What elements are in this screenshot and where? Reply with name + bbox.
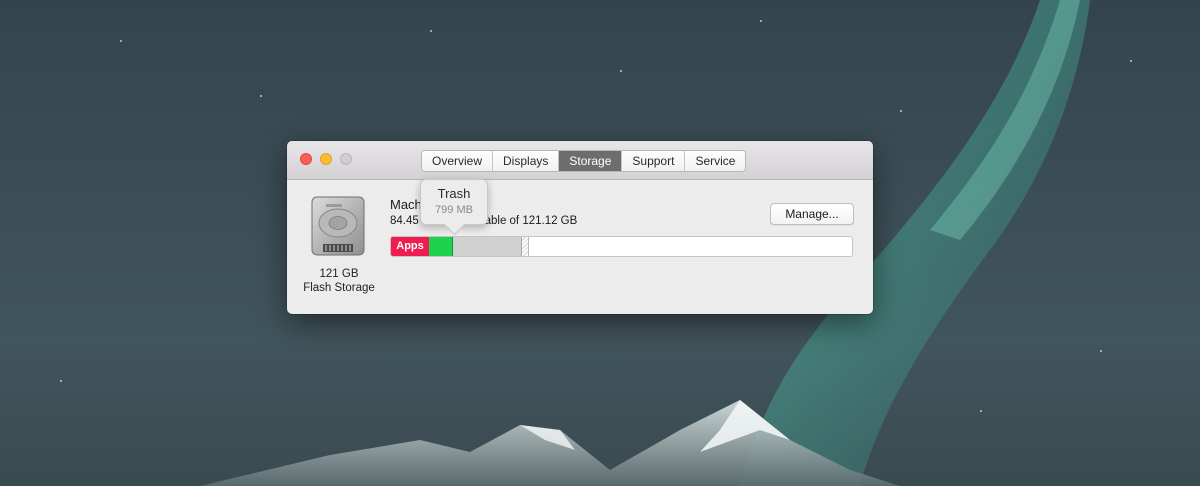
zoom-button[interactable] xyxy=(340,153,352,165)
tooltip-size: 799 MB xyxy=(435,204,473,216)
manage-button[interactable]: Manage... xyxy=(770,203,854,225)
star xyxy=(1130,60,1132,62)
desktop: Overview Displays Storage Support Servic… xyxy=(0,0,1200,486)
tooltip-arrow xyxy=(443,213,466,236)
tab-overview[interactable]: Overview xyxy=(422,151,494,171)
available-of-total: able of 121.12 GB xyxy=(484,215,578,227)
segment-green[interactable] xyxy=(429,237,453,256)
tab-storage[interactable]: Storage xyxy=(559,151,623,171)
tab-support[interactable]: Support xyxy=(622,151,686,171)
star xyxy=(60,380,62,382)
segment-apps[interactable]: Apps xyxy=(391,237,429,256)
trash-tooltip: Trash 799 MB xyxy=(420,179,488,236)
star xyxy=(1100,350,1102,352)
tooltip-title: Trash xyxy=(437,186,471,201)
star xyxy=(430,30,432,32)
disk-capacity: 121 GB xyxy=(319,268,359,280)
star xyxy=(760,20,762,22)
segment-system[interactable] xyxy=(453,237,522,256)
about-this-mac-window: Overview Displays Storage Support Servic… xyxy=(287,141,873,314)
volume-name: Mach xyxy=(390,197,422,212)
storage-usage-bar: Apps xyxy=(390,236,853,257)
star xyxy=(260,95,262,97)
star xyxy=(620,70,622,72)
close-button[interactable] xyxy=(300,153,312,165)
title-bar: Overview Displays Storage Support Servic… xyxy=(287,141,873,180)
disk-caption: 121 GB Flash Storage xyxy=(297,267,381,295)
star xyxy=(120,40,122,42)
disk-type: Flash Storage xyxy=(303,282,375,294)
segment-purgeable[interactable] xyxy=(522,237,529,256)
tab-service[interactable]: Service xyxy=(685,151,746,171)
hard-drive-icon xyxy=(311,196,365,256)
tab-displays[interactable]: Displays xyxy=(493,151,560,171)
star xyxy=(980,410,982,412)
star xyxy=(900,110,902,112)
minimize-button[interactable] xyxy=(320,153,332,165)
tab-bar: Overview Displays Storage Support Servic… xyxy=(421,150,747,172)
